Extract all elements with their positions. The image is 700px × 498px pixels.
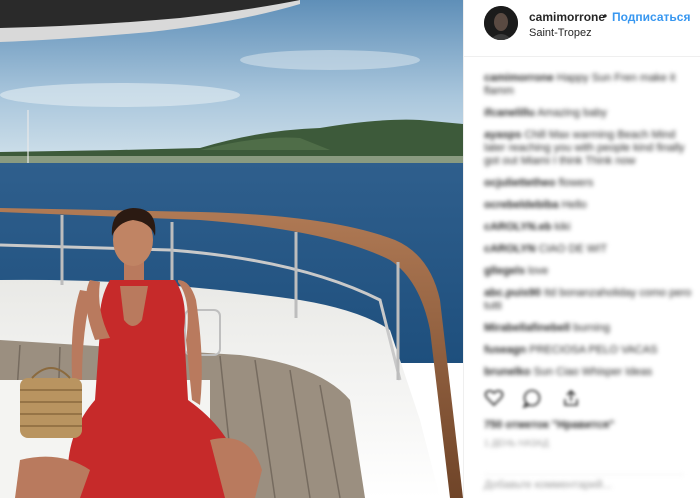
- comment-user[interactable]: fuseagn: [484, 344, 526, 356]
- post-header: camimorrone • Подписаться Saint-Tropez: [464, 0, 700, 57]
- separator-dot: •: [603, 9, 608, 23]
- heart-icon[interactable]: [484, 388, 504, 408]
- post-sidebar: camimorrone • Подписаться Saint-Tropez c…: [463, 0, 700, 498]
- follow-button[interactable]: Подписаться: [612, 10, 690, 24]
- comment-icon[interactable]: [522, 388, 542, 409]
- comment-text: CIAO DE WIT: [538, 243, 608, 255]
- list-item: cAROLYN.eb kiki: [484, 221, 694, 234]
- comment-user[interactable]: abc.puis90: [484, 287, 541, 299]
- comment-user[interactable]: ocrebeldebiba: [484, 199, 559, 211]
- comment-user[interactable]: ifcanelillu: [484, 107, 535, 119]
- list-item: cAROLYN CIAO DE WIT: [484, 243, 694, 256]
- list-item: gllegels love: [484, 265, 694, 278]
- list-item: ayasps Chill Max warming Beach Mind late…: [484, 129, 694, 168]
- comment-user[interactable]: brunelko: [484, 366, 530, 378]
- comment-text: love: [528, 265, 549, 277]
- list-item: ocjuliettetheo flowers: [484, 177, 694, 190]
- list-item: ifcanelillu Amazing baby: [484, 107, 694, 120]
- comment-text: burning: [573, 322, 610, 334]
- list-item: brunelko Sun Ciao Whisper Ideas: [484, 366, 694, 379]
- avatar-image: [484, 6, 518, 40]
- action-bar: [484, 388, 595, 414]
- likes-count[interactable]: 750 отметок "Нравится": [484, 419, 614, 431]
- list-item: Mirabellafinebell burning: [484, 322, 694, 335]
- comment-user[interactable]: cAROLYN: [484, 243, 536, 255]
- comment-text: Sun Ciao Whisper Ideas: [533, 366, 653, 378]
- add-comment-input[interactable]: Добавьте комментарий...: [484, 474, 684, 491]
- avatar[interactable]: [484, 6, 518, 40]
- comment-user[interactable]: ayasps: [484, 129, 521, 141]
- comment-text: Hello: [561, 199, 587, 211]
- list-item: ocrebeldebiba Hello: [484, 199, 694, 212]
- list-item: fuseagn PRECIOSA PELO VACAS: [484, 344, 694, 357]
- list-item: abc.puis90 Itd bonanzaholiday como pero …: [484, 287, 694, 313]
- location-link[interactable]: Saint-Tropez: [529, 27, 592, 39]
- comment-user[interactable]: camimorrone: [484, 72, 554, 84]
- post-date: 1 ДЕНЬ НАЗАД: [484, 438, 549, 448]
- instagram-post: camimorrone • Подписаться Saint-Tropez c…: [0, 0, 700, 498]
- list-item: camimorrone Happy Sun Fren make it flamm: [484, 72, 694, 98]
- comment-user[interactable]: ocjuliettetheo: [484, 177, 556, 189]
- share-icon[interactable]: [561, 388, 581, 408]
- post-photo[interactable]: [0, 0, 463, 498]
- comment-text: kiki: [554, 221, 571, 233]
- comment-text: PRECIOSA PELO VACAS: [529, 344, 658, 356]
- username-link[interactable]: camimorrone: [529, 10, 605, 24]
- comment-text: Amazing baby: [537, 107, 607, 119]
- comment-text: flowers: [558, 177, 594, 189]
- comment-user[interactable]: gllegels: [484, 265, 525, 277]
- comment-user[interactable]: cAROLYN.eb: [484, 221, 551, 233]
- comment-user[interactable]: Mirabellafinebell: [484, 322, 570, 334]
- comments-list: camimorrone Happy Sun Fren make it flamm…: [484, 72, 694, 388]
- yacht-scene-image: [0, 0, 463, 498]
